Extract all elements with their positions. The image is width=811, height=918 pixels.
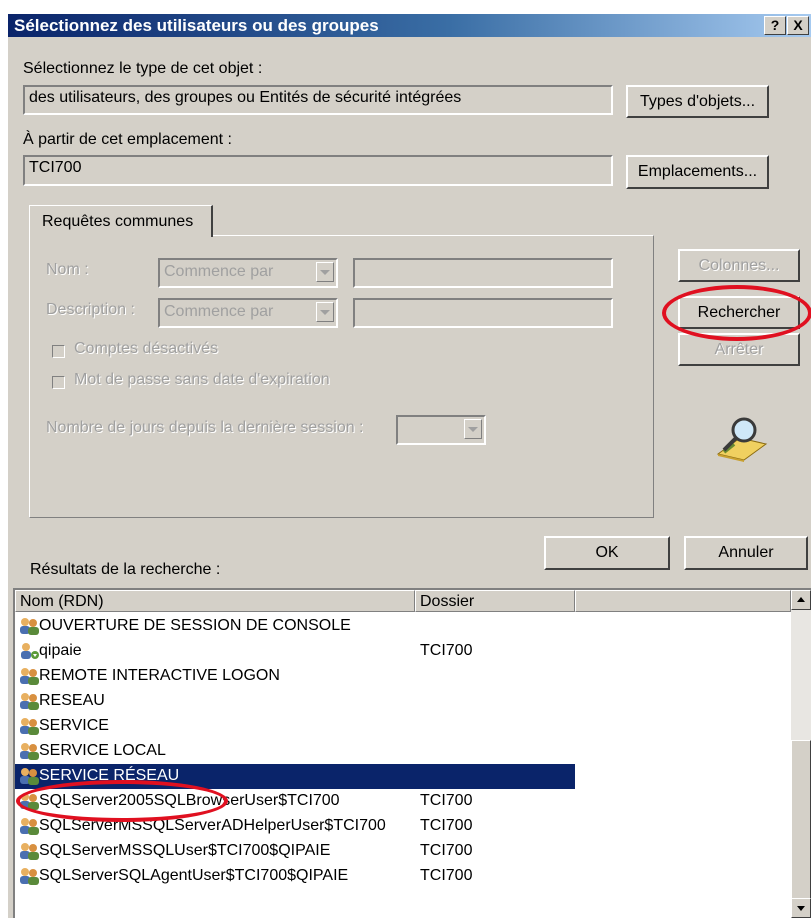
location-label: À partir de cet emplacement : <box>23 131 232 148</box>
chevron-down-icon <box>316 302 334 322</box>
days-since-logon-select[interactable] <box>396 415 486 445</box>
scroll-thumb[interactable] <box>791 740 811 900</box>
user-icon <box>21 643 39 659</box>
column-header-name[interactable]: Nom (RDN) <box>15 590 415 612</box>
cancel-button[interactable]: Annuler <box>684 536 808 570</box>
group-icon <box>20 868 39 885</box>
title-bar[interactable]: Sélectionnez des utilisateurs ou des gro… <box>8 14 811 37</box>
description-mode-select[interactable]: Commence par <box>158 298 338 328</box>
row-folder: TCI700 <box>420 842 473 859</box>
row-name: SQLServerMSSQLUser$TCI700$QIPAIE <box>39 842 331 859</box>
group-icon <box>20 668 39 685</box>
group-icon <box>20 743 39 760</box>
name-input[interactable] <box>353 258 613 288</box>
chevron-down-icon <box>316 262 334 282</box>
results-list[interactable]: Nom (RDN) Dossier OUVERTURE DE SESSION D… <box>13 588 811 918</box>
chevron-down-icon <box>797 906 805 911</box>
table-row[interactable]: SERVICE LOCAL <box>15 739 575 764</box>
row-name: SERVICE <box>39 717 109 734</box>
non-expiring-password-label: Mot de passe sans date d'expiration <box>74 371 330 388</box>
description-input[interactable] <box>353 298 613 328</box>
disabled-accounts-checkbox[interactable] <box>52 345 65 358</box>
group-icon <box>20 768 39 785</box>
row-name: OUVERTURE DE SESSION DE CONSOLE <box>39 617 351 634</box>
chevron-up-icon <box>797 597 805 602</box>
name-mode-select[interactable]: Commence par <box>158 258 338 288</box>
results-label: Résultats de la recherche : <box>30 561 221 578</box>
column-header-folder[interactable]: Dossier <box>415 590 575 612</box>
annotation-circle-search <box>662 285 811 341</box>
row-folder: TCI700 <box>420 817 473 834</box>
group-icon <box>20 693 39 710</box>
row-folder: TCI700 <box>420 642 473 659</box>
location-field: TCI700 <box>23 155 613 186</box>
vertical-scrollbar[interactable] <box>791 590 811 918</box>
window-title: Sélectionnez des utilisateurs ou des gro… <box>14 16 379 35</box>
table-row[interactable]: OUVERTURE DE SESSION DE CONSOLE <box>15 614 575 639</box>
group-icon <box>20 618 39 635</box>
row-name: RESEAU <box>39 692 105 709</box>
description-mode-value: Commence par <box>164 303 274 320</box>
table-row[interactable]: SQLServerMSSQLUser$TCI700$QIPAIE TCI700 <box>15 839 575 864</box>
select-users-dialog: Sélectionnez des utilisateurs ou des gro… <box>8 14 811 918</box>
name-label: Nom : <box>46 261 89 278</box>
scroll-down-button[interactable] <box>791 898 811 918</box>
row-name: qipaie <box>39 642 82 659</box>
description-label: Description : <box>46 301 135 318</box>
row-name: SQLServerSQLAgentUser$TCI700$QIPAIE <box>39 867 349 884</box>
row-folder: TCI700 <box>420 867 473 884</box>
object-types-button[interactable]: Types d'objets... <box>626 85 769 118</box>
row-folder: TCI700 <box>420 792 473 809</box>
group-icon <box>20 818 39 835</box>
locations-button[interactable]: Emplacements... <box>626 155 769 189</box>
object-type-label: Sélectionnez le type de cet objet : <box>23 60 263 77</box>
name-mode-value: Commence par <box>164 263 274 280</box>
table-row[interactable]: SQLServerSQLAgentUser$TCI700$QIPAIE TCI70… <box>15 864 575 889</box>
column-header-spacer <box>575 590 791 612</box>
tab-common-queries[interactable]: Requêtes communes <box>29 205 213 237</box>
search-icon <box>716 417 768 462</box>
row-name: REMOTE INTERACTIVE LOGON <box>39 667 280 684</box>
days-since-logon-label: Nombre de jours depuis la dernière sessi… <box>46 419 364 436</box>
ok-button[interactable]: OK <box>544 536 670 570</box>
close-button[interactable]: X <box>787 16 809 35</box>
annotation-circle-selected-row <box>16 780 228 822</box>
object-type-field: des utilisateurs, des groupes ou Entités… <box>23 85 613 115</box>
group-icon <box>20 843 39 860</box>
table-row[interactable]: RESEAU <box>15 689 575 714</box>
table-row[interactable]: SERVICE <box>15 714 575 739</box>
table-row[interactable]: qipaie TCI700 <box>15 639 575 664</box>
non-expiring-password-checkbox[interactable] <box>52 376 65 389</box>
scroll-up-button[interactable] <box>791 590 811 610</box>
chevron-down-icon <box>464 419 482 439</box>
columns-button[interactable]: Colonnes... <box>678 249 800 282</box>
table-row[interactable]: REMOTE INTERACTIVE LOGON <box>15 664 575 689</box>
row-name: SERVICE LOCAL <box>39 742 166 759</box>
help-button[interactable]: ? <box>764 16 786 35</box>
group-icon <box>20 718 39 735</box>
disabled-accounts-label: Comptes désactivés <box>74 340 219 357</box>
